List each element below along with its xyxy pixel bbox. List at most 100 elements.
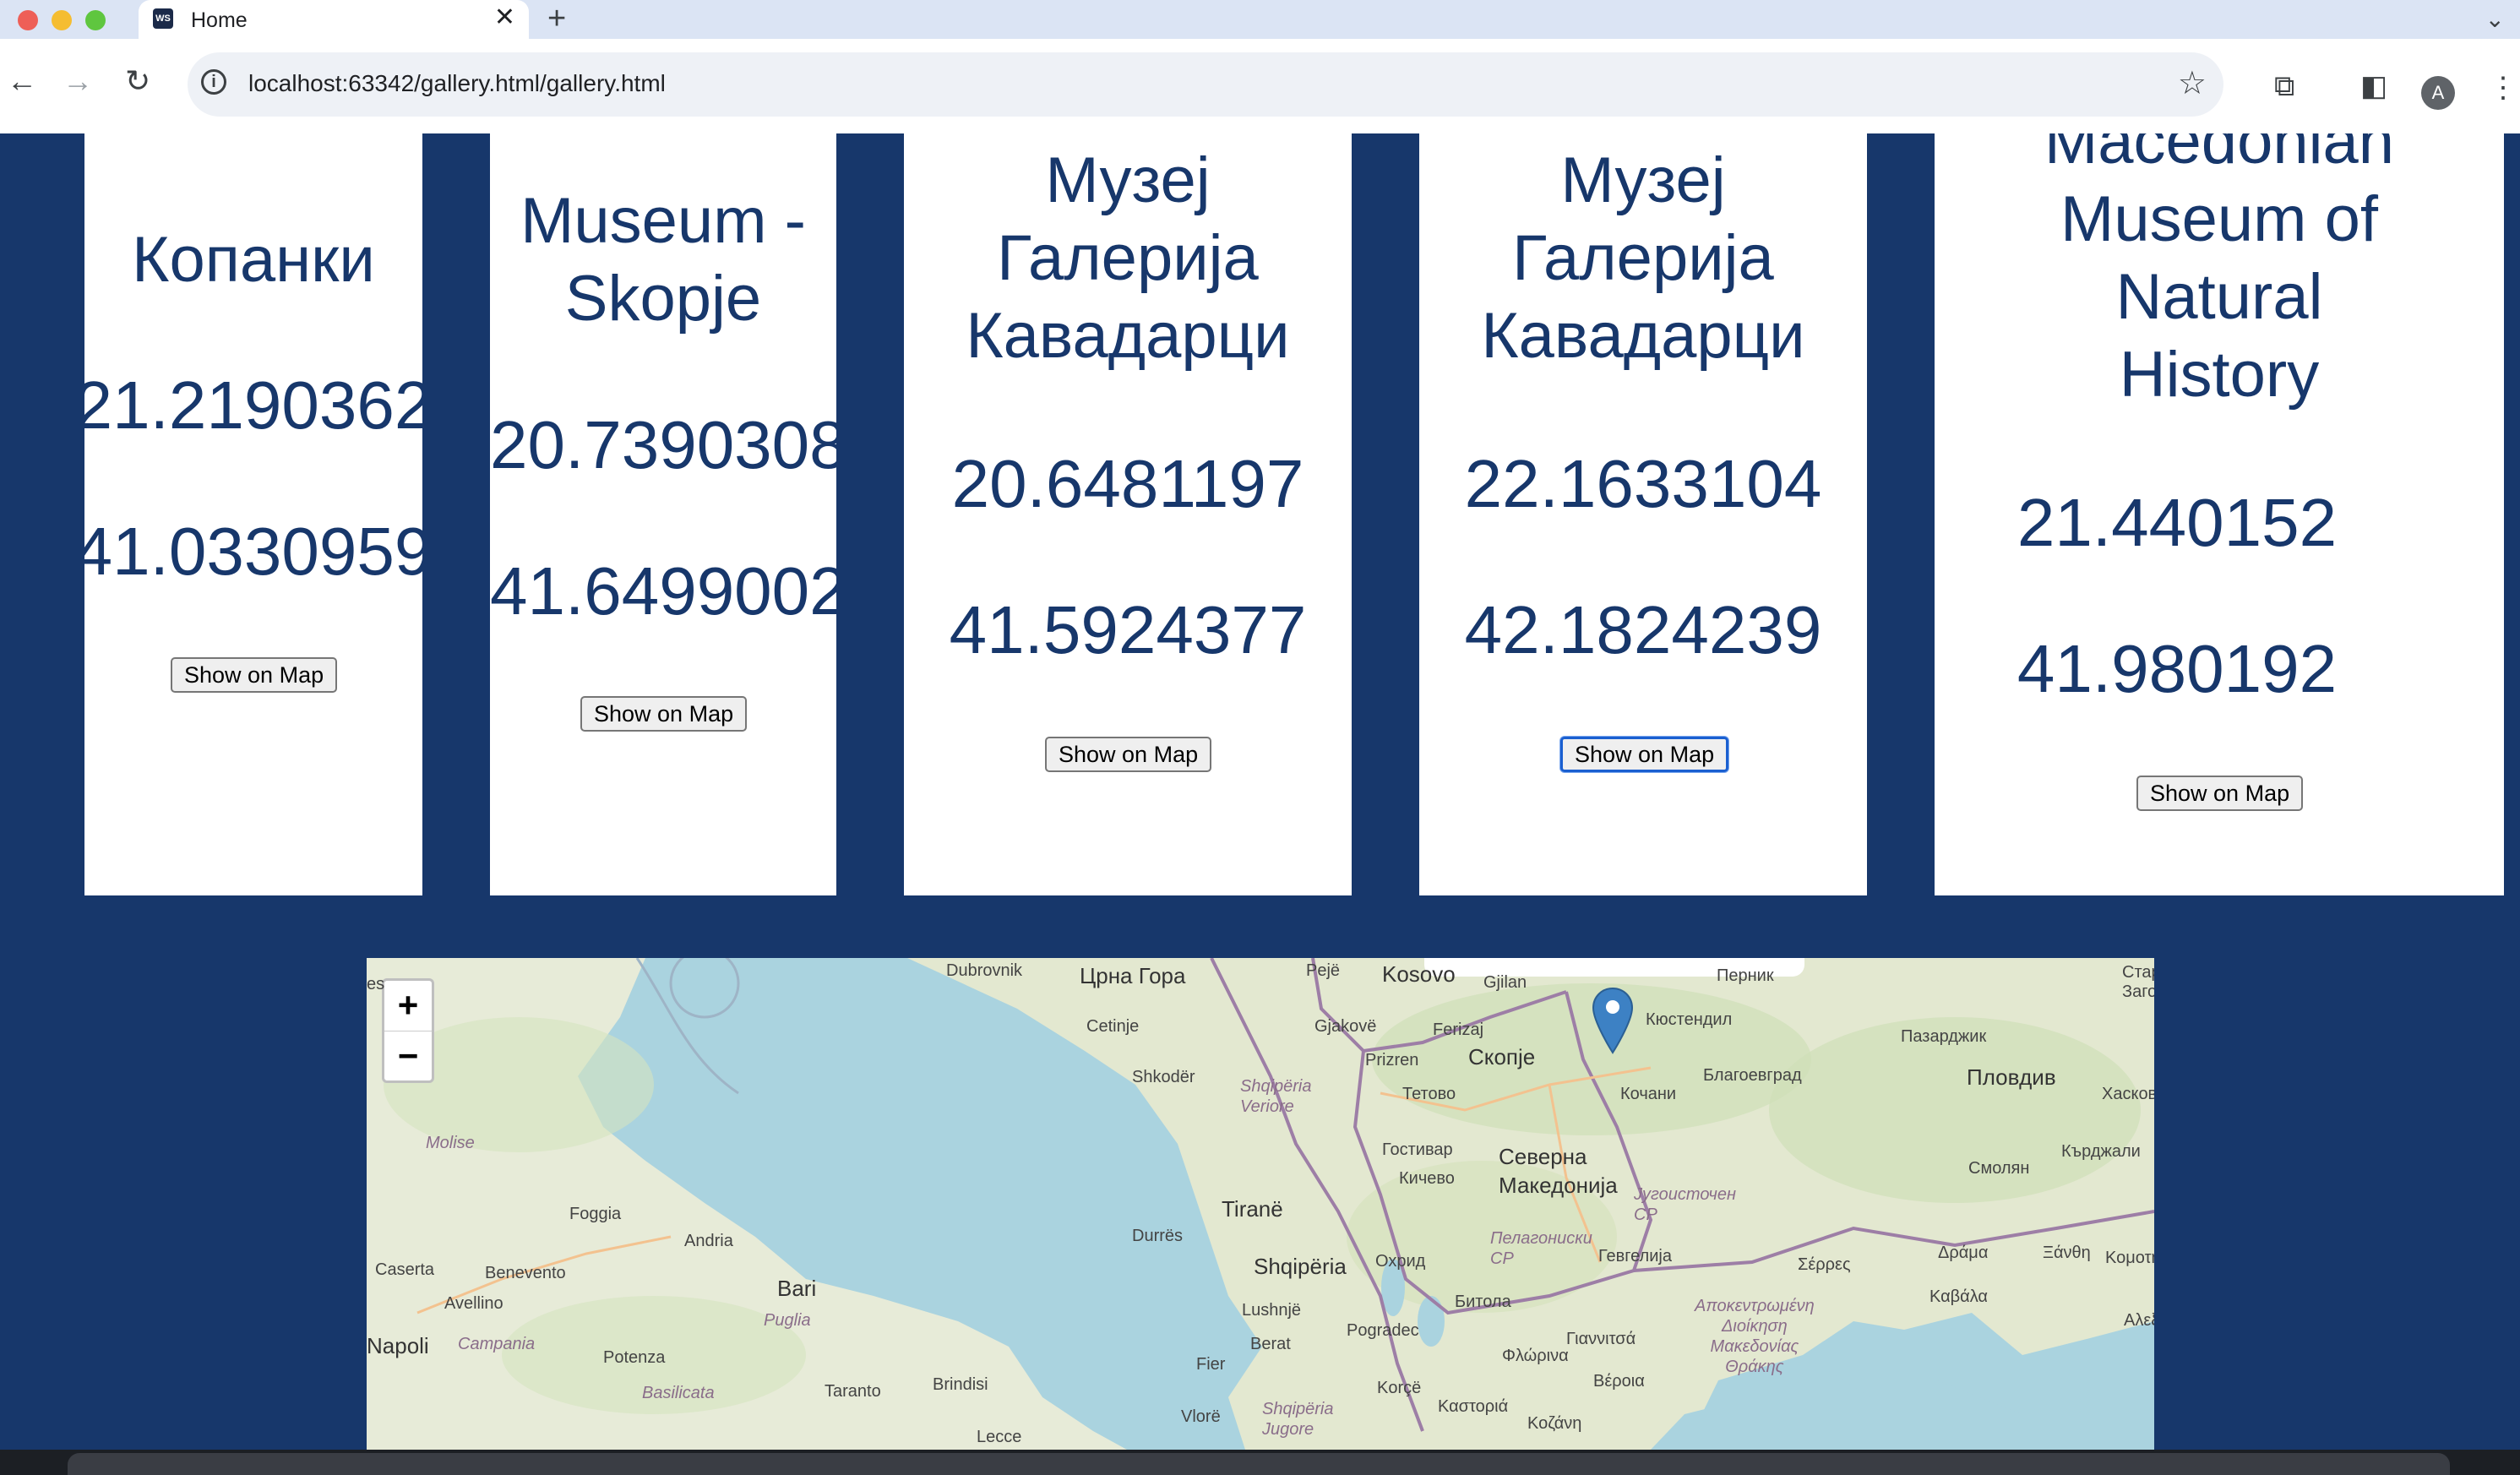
map-label: Korçë	[1377, 1379, 1422, 1397]
map-label: Стар Заго	[2122, 963, 2154, 1001]
map-label: Shkodër	[1132, 1068, 1195, 1086]
museum-longitude: 22.1633104	[1464, 446, 1822, 521]
museum-latitude: 41.6499002	[490, 553, 836, 629]
map-label: Caserta	[375, 1260, 435, 1279]
map-label: Fier	[1196, 1355, 1226, 1374]
map-label: Φλώρινα	[1502, 1347, 1569, 1365]
museum-longitude: 20.6481197	[951, 446, 1304, 521]
map-label: Ξάνθη	[2043, 1244, 2091, 1262]
show-on-map-button[interactable]: Show on Map	[2136, 776, 2304, 811]
tab-search-chevron-icon[interactable]: ⌄	[2485, 5, 2505, 33]
map-label: Кичево	[1399, 1169, 1455, 1188]
map-label: Brindisi	[933, 1375, 988, 1394]
map-label: Благоевград	[1703, 1066, 1802, 1085]
museum-card: Museum - Skopje 20.7390308 41.6499002 Sh…	[490, 133, 836, 895]
browser-toolbar: ← → ↻ i localhost:63342/gallery.html/gal…	[0, 39, 2520, 133]
map-label: Avellino	[444, 1294, 503, 1313]
museum-latitude: 41.980192	[2017, 631, 2338, 706]
museum-name: Museum - Skopje	[520, 185, 806, 335]
url-text[interactable]: localhost:63342/gallery.html/gallery.htm…	[248, 70, 666, 97]
map-label: Tiranë	[1222, 1196, 1283, 1222]
show-on-map-button[interactable]: Show on Map	[580, 696, 748, 732]
map-label: Хасков	[2102, 1085, 2154, 1103]
map-label: Pejë	[1306, 961, 1341, 980]
museum-longitude: 21.440152	[2017, 485, 2338, 560]
map-label: Dubrovnik	[946, 961, 1023, 980]
show-on-map-button[interactable]: Show on Map	[1560, 737, 1729, 772]
map-label: Benevento	[485, 1264, 566, 1282]
browser-menu-kebab-icon[interactable]: ⋮	[2489, 71, 2517, 105]
map-marker-icon[interactable]	[1592, 987, 1634, 1054]
tab-close-icon[interactable]: ✕	[494, 5, 515, 30]
map-label: Durrës	[1132, 1227, 1184, 1245]
museum-name: Музеј Галерија Кавадарци	[1481, 144, 1805, 372]
map-label: Vlorë	[1181, 1407, 1221, 1426]
show-on-map-button[interactable]: Show on Map	[1045, 737, 1212, 772]
map-label: Foggia	[569, 1205, 622, 1223]
museum-card: Копанки 21.2190362 41.0330959 Show on Ma…	[84, 133, 422, 895]
map-label: Γιαννιτσά	[1566, 1330, 1636, 1348]
bookmark-star-icon[interactable]: ☆	[2178, 64, 2207, 102]
map-label: Битола	[1455, 1293, 1511, 1311]
map-label: Gjakovë	[1314, 1017, 1377, 1036]
map-label: Napoli	[367, 1333, 429, 1358]
browser-tab-home[interactable]: WS Home ✕	[139, 0, 529, 39]
museum-latitude: 41.0330959	[84, 514, 422, 589]
map-label: Гостивар	[1382, 1140, 1453, 1159]
window-close-button[interactable]	[18, 10, 38, 30]
forward-arrow-icon[interactable]: →	[63, 64, 93, 98]
map-label: Пелагониски СР	[1490, 1229, 1592, 1268]
museum-latitude: 42.1824239	[1464, 592, 1822, 667]
extensions-puzzle-icon[interactable]: ⧉	[2274, 71, 2294, 101]
new-tab-button[interactable]: +	[547, 2, 566, 35]
map-label: Југоисточен СР	[1634, 1185, 1737, 1224]
map-label: Bari	[777, 1276, 817, 1301]
map-label: Basilicata	[642, 1384, 715, 1402]
webstorm-favicon-icon: WS	[153, 8, 173, 29]
map-label: Καβάλα	[1929, 1287, 1988, 1306]
museum-name: Музеј Галерија Кавадарци	[966, 144, 1290, 372]
map-label: Shqipëria Veriore	[1240, 1077, 1312, 1116]
map-label: Црна Гора	[1080, 963, 1186, 988]
map-label: Taranto	[825, 1382, 881, 1401]
zoom-out-button[interactable]: −	[384, 1031, 432, 1081]
map-label: Κοζάνη	[1527, 1414, 1582, 1433]
map-label: Kosovo	[1382, 961, 1456, 987]
museum-name: Macedonian Museum of Natural History	[2044, 133, 2395, 411]
map-label: Καστοριά	[1438, 1397, 1509, 1416]
map-label: Andria	[684, 1232, 733, 1250]
map-label: Lecce	[977, 1428, 1022, 1446]
zoom-in-button[interactable]: +	[384, 981, 432, 1031]
map-label: es	[367, 975, 385, 993]
museum-card: Музеј Галерија Кавадарци 20.6481197 41.5…	[904, 133, 1352, 895]
map-label: Δράμα	[1938, 1244, 1989, 1262]
museum-card: Macedonian Museum of Natural History 21.…	[1935, 133, 2504, 895]
map-label: Potenza	[603, 1348, 666, 1367]
map-label: Pogradec	[1347, 1321, 1419, 1340]
map-label: Кърджали	[2061, 1142, 2141, 1161]
leaflet-map[interactable]: + − Dubrovnik Црна Гора Pejë Kosovo Gjil…	[367, 958, 2154, 1450]
window-minimize-button[interactable]	[52, 10, 72, 30]
macos-dock	[0, 1450, 2520, 1475]
side-panel-icon[interactable]: ◧	[2360, 71, 2387, 101]
profile-avatar[interactable]: A	[2421, 76, 2455, 110]
map-label: Гевгелија	[1598, 1247, 1672, 1265]
map-label: Перник	[1717, 966, 1774, 985]
map-label: Lushnjë	[1242, 1301, 1302, 1320]
address-bar[interactable]: i localhost:63342/gallery.html/gallery.h…	[188, 52, 2223, 117]
site-info-icon[interactable]: i	[201, 69, 226, 95]
gallery-page: Копанки 21.2190362 41.0330959 Show on Ma…	[0, 133, 2520, 1450]
map-label: Смолян	[1968, 1159, 2030, 1178]
show-on-map-button[interactable]: Show on Map	[171, 657, 338, 693]
window-maximize-button[interactable]	[85, 10, 106, 30]
map-label: Κομοτηνή	[2105, 1249, 2154, 1267]
museum-latitude: 41.5924377	[949, 592, 1307, 667]
map-label: Shqipëria Jugore	[1262, 1400, 1334, 1439]
map-label: Северна Македонија	[1499, 1144, 1618, 1198]
museum-name: Копанки	[132, 224, 375, 296]
museum-longitude: 20.7390308	[490, 407, 836, 482]
reload-icon[interactable]: ↻	[125, 64, 150, 98]
map-label: Berat	[1250, 1335, 1291, 1353]
map-label: Ferizaj	[1433, 1021, 1484, 1039]
back-arrow-icon[interactable]: ←	[7, 64, 37, 98]
